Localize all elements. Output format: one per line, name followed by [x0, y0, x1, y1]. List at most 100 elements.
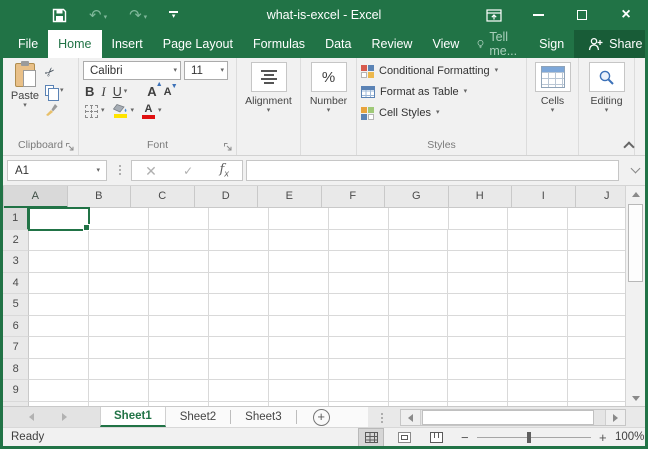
- cell-B1[interactable]: [89, 208, 149, 230]
- font-family-select[interactable]: Calibri ▾: [83, 61, 181, 80]
- cell-B5[interactable]: [89, 294, 149, 316]
- borders-button[interactable]: ▾: [85, 105, 105, 118]
- clipboard-dialog-launcher-icon[interactable]: [65, 142, 75, 152]
- cell-J5[interactable]: [568, 294, 628, 316]
- undo-button[interactable]: ↶ ▾: [89, 8, 107, 23]
- cell-C3[interactable]: [149, 251, 209, 273]
- cell-E8[interactable]: [269, 359, 329, 381]
- cell-C8[interactable]: [149, 359, 209, 381]
- redo-button[interactable]: ↷ ▾: [129, 8, 147, 23]
- zoom-slider-thumb[interactable]: [527, 432, 531, 443]
- formula-bar-input[interactable]: [246, 160, 619, 181]
- number-button[interactable]: % Number ▾: [305, 61, 352, 115]
- cell-J6[interactable]: [568, 316, 628, 338]
- tab-review[interactable]: Review: [361, 30, 422, 58]
- scroll-down-button[interactable]: [626, 390, 645, 406]
- row-header-4[interactable]: 4: [3, 273, 29, 295]
- cell-C1[interactable]: [149, 208, 209, 230]
- select-all-corner[interactable]: [3, 186, 4, 208]
- column-header-i[interactable]: I: [512, 186, 576, 208]
- tab-splitter-handle[interactable]: [381, 413, 383, 415]
- tab-page-layout[interactable]: Page Layout: [153, 30, 243, 58]
- cell-H2[interactable]: [448, 230, 508, 252]
- cell-F3[interactable]: [329, 251, 389, 273]
- cell-F8[interactable]: [329, 359, 389, 381]
- save-button[interactable]: [52, 8, 67, 23]
- cell-C6[interactable]: [149, 316, 209, 338]
- previous-sheet-button[interactable]: [29, 413, 34, 421]
- cell-E4[interactable]: [269, 273, 329, 295]
- minimize-button[interactable]: [516, 0, 560, 30]
- cell-F2[interactable]: [329, 230, 389, 252]
- cell-H5[interactable]: [448, 294, 508, 316]
- sheet-tab-sheet1[interactable]: Sheet1: [100, 407, 166, 427]
- cell-F4[interactable]: [329, 273, 389, 295]
- paste-button[interactable]: Paste ▾: [7, 61, 43, 138]
- sign-in-button[interactable]: Sign in: [529, 30, 574, 58]
- cell-I1[interactable]: [508, 208, 568, 230]
- scroll-right-button[interactable]: [605, 410, 625, 425]
- row-header-1[interactable]: 1: [3, 208, 29, 230]
- font-size-select[interactable]: 11 ▾: [184, 61, 228, 80]
- cell-G4[interactable]: [389, 273, 449, 295]
- cell-F1[interactable]: [329, 208, 389, 230]
- cell-G9[interactable]: [389, 380, 449, 402]
- collapse-ribbon-button[interactable]: [624, 140, 633, 149]
- column-header-c[interactable]: C: [131, 186, 195, 208]
- cell-D4[interactable]: [209, 273, 269, 295]
- cell-B2[interactable]: [89, 230, 149, 252]
- name-box[interactable]: A1 ▾: [7, 160, 107, 181]
- zoom-level[interactable]: 100%: [615, 431, 644, 443]
- cell-E9[interactable]: [269, 380, 329, 402]
- column-header-h[interactable]: H: [449, 186, 513, 208]
- tab-insert[interactable]: Insert: [102, 30, 153, 58]
- cell-I8[interactable]: [508, 359, 568, 381]
- cell-A5[interactable]: [29, 294, 89, 316]
- cell-E6[interactable]: [269, 316, 329, 338]
- cell-E1[interactable]: [269, 208, 329, 230]
- cell-H4[interactable]: [448, 273, 508, 295]
- normal-view-button[interactable]: [358, 428, 384, 447]
- column-header-g[interactable]: G: [385, 186, 449, 208]
- cell-A7[interactable]: [29, 337, 89, 359]
- cell-J2[interactable]: [568, 230, 628, 252]
- cell-D5[interactable]: [209, 294, 269, 316]
- increase-font-size-button[interactable]: A▲: [147, 84, 156, 99]
- new-sheet-button[interactable]: +: [313, 409, 330, 426]
- row-header-7[interactable]: 7: [3, 337, 29, 359]
- cell-I7[interactable]: [508, 337, 568, 359]
- cell-A4[interactable]: [29, 273, 89, 295]
- cell-G2[interactable]: [389, 230, 449, 252]
- cell-E2[interactable]: [269, 230, 329, 252]
- cell-B6[interactable]: [89, 316, 149, 338]
- row-header-3[interactable]: 3: [3, 251, 29, 273]
- cell-C9[interactable]: [149, 380, 209, 402]
- ribbon-display-options-button[interactable]: [472, 0, 516, 30]
- conditional-formatting-button[interactable]: Conditional Formatting ▾: [361, 63, 498, 79]
- font-color-button[interactable]: A ▾: [142, 104, 162, 119]
- fill-color-button[interactable]: ▾: [113, 104, 135, 118]
- underline-button[interactable]: U ▾: [113, 85, 128, 99]
- bold-button[interactable]: B: [85, 84, 94, 99]
- vertical-scrollbar[interactable]: [625, 186, 645, 406]
- cell-H8[interactable]: [448, 359, 508, 381]
- cut-button[interactable]: ✂: [45, 64, 64, 79]
- column-header-d[interactable]: D: [195, 186, 259, 208]
- cell-D8[interactable]: [209, 359, 269, 381]
- cell-D6[interactable]: [209, 316, 269, 338]
- cell-D1[interactable]: [209, 208, 269, 230]
- cell-I4[interactable]: [508, 273, 568, 295]
- cell-J3[interactable]: [568, 251, 628, 273]
- row-header-6[interactable]: 6: [3, 316, 29, 338]
- cell-F5[interactable]: [329, 294, 389, 316]
- cell-F7[interactable]: [329, 337, 389, 359]
- row-header-5[interactable]: 5: [3, 294, 29, 316]
- cell-E3[interactable]: [269, 251, 329, 273]
- cell-B9[interactable]: [89, 380, 149, 402]
- customize-quick-access-button[interactable]: ▾: [169, 11, 178, 19]
- zoom-out-button[interactable]: −: [461, 430, 469, 445]
- cell-G5[interactable]: [389, 294, 449, 316]
- cell-H3[interactable]: [448, 251, 508, 273]
- column-header-a[interactable]: A: [4, 186, 68, 208]
- cell-A6[interactable]: [29, 316, 89, 338]
